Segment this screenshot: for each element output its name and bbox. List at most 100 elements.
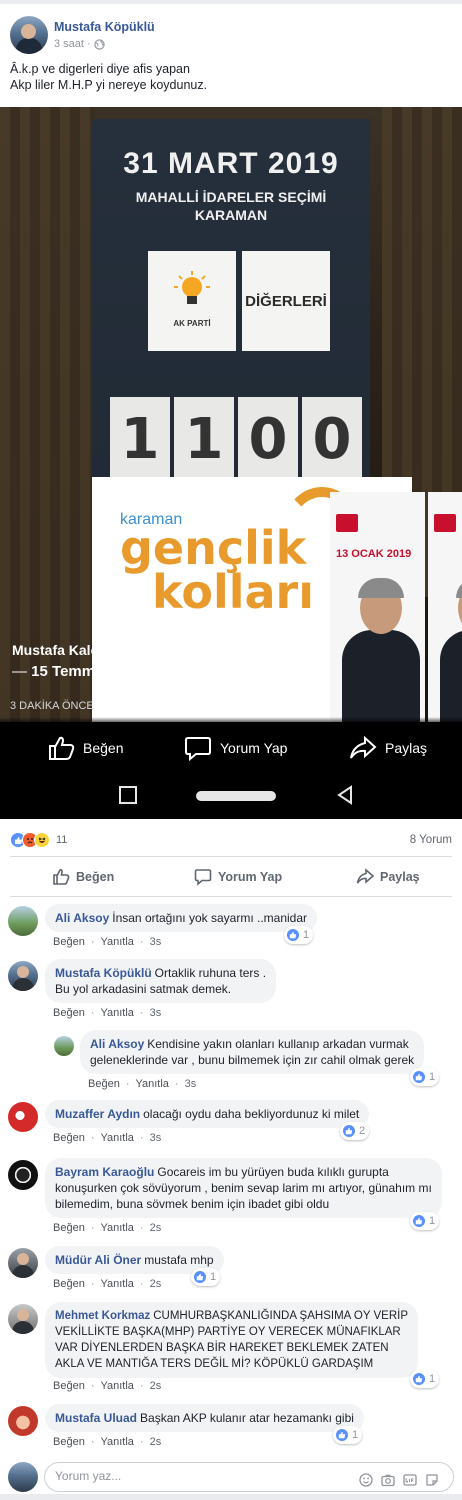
commenter-name[interactable]: Müdür Ali Öner	[55, 1253, 141, 1267]
like-reaction-icon	[412, 1372, 426, 1386]
post-text: Â.k.p ve digerleri diye afis yapan Akp l…	[10, 61, 450, 93]
overlay-place-name: 15 Temmuz Konferans Salonu	[31, 663, 245, 680]
comment-reactions[interactable]: 2	[340, 1122, 370, 1140]
commenter-avatar[interactable]	[8, 1102, 38, 1132]
comment-text: Bu yol arkadasini satmak demek.	[55, 982, 232, 996]
commenter-name[interactable]: Muzaffer Aydın	[55, 1107, 140, 1121]
android-nav-bar	[0, 772, 462, 819]
comment-meta: Beğen · Yanıtla · 3s	[53, 1132, 162, 1144]
comment-text: olacağı oydu daha bekliyordunuz ki milet	[143, 1107, 360, 1121]
poster-portrait	[342, 578, 420, 722]
gif-icon[interactable]	[403, 1473, 417, 1487]
haha-reaction-icon	[34, 832, 50, 848]
comment-like-link[interactable]: Beğen	[53, 1278, 85, 1290]
comment-bubble: Muzaffer Aydın olacağı oydu daha bekliyor…	[45, 1100, 370, 1128]
sticker-icon[interactable]	[425, 1473, 439, 1487]
commenter-avatar[interactable]	[8, 961, 38, 991]
comment-time[interactable]: 2s	[150, 1380, 162, 1392]
comment-time[interactable]: 3s	[185, 1078, 197, 1090]
comment-reply-link[interactable]: Yanıtla	[100, 936, 133, 948]
commenter-name[interactable]: Ali Aksoy	[55, 911, 109, 925]
comment-icon	[194, 869, 212, 886]
post-text-line: Akp liler M.H.P yi nereye koydunuz.	[10, 78, 208, 92]
comment-reaction-count: 1	[429, 1215, 436, 1227]
comment-reactions[interactable]: 1	[191, 1268, 221, 1286]
comment-reply-link[interactable]: Yanıtla	[100, 1007, 133, 1019]
score-digit: 0	[238, 397, 298, 481]
comment-reply-link[interactable]: Yanıtla	[135, 1078, 168, 1090]
comment-time[interactable]: 3s	[150, 1007, 162, 1019]
comment: Bayram Karaoğlu Gocareis im bu yürüyen bu…	[8, 1158, 454, 1238]
comment-like-link[interactable]: Beğen	[53, 1380, 85, 1392]
commenter-name[interactable]: Mustafa Uluad	[55, 1411, 137, 1425]
comment-reactions[interactable]: 1	[284, 926, 314, 944]
comment-like-link[interactable]: Beğen	[53, 1222, 85, 1234]
comment-button[interactable]: Yorum Yap	[194, 868, 282, 886]
comment-text: Gocareis im bu yürüyen buda kılıklı guru…	[157, 1165, 389, 1179]
comment-reply-link[interactable]: Yanıtla	[100, 1436, 133, 1448]
comment-time[interactable]: 2s	[150, 1222, 162, 1234]
comment-reply-link[interactable]: Yanıtla	[100, 1278, 133, 1290]
reactions-summary[interactable]: 11 8 Yorum	[10, 830, 452, 850]
comment-reply-link[interactable]: Yanıtla	[100, 1132, 133, 1144]
comment-reaction-count: 1	[210, 1271, 217, 1283]
comment-like-link[interactable]: Beğen	[53, 936, 85, 948]
comment-input-placeholder: Yorum yaz...	[55, 1469, 122, 1483]
comment-meta: Beğen · Yanıtla · 2s	[53, 1278, 162, 1290]
comment-reply-link[interactable]: Yanıtla	[100, 1222, 133, 1234]
screenshot-comment-label: Yorum Yap	[220, 740, 288, 756]
event-poster: 13 OCAK 2019	[330, 492, 425, 722]
comment-reactions[interactable]: 1	[410, 1370, 440, 1388]
score-digit: 0	[302, 397, 362, 481]
post-meta: 3 saat ·	[54, 38, 105, 50]
author-avatar[interactable]	[10, 16, 48, 54]
comment-reactions[interactable]: 1	[410, 1068, 440, 1086]
comment-text: mustafa mhp	[144, 1253, 214, 1267]
commenter-avatar[interactable]	[8, 1304, 38, 1334]
commenter-avatar[interactable]	[8, 906, 38, 936]
comment-meta: Beğen · Yanıtla · 2s	[53, 1380, 162, 1392]
comment-input[interactable]: Yorum yaz...	[44, 1462, 454, 1492]
like-button[interactable]: Beğen	[52, 868, 114, 886]
write-comment-row: Yorum yaz...	[0, 1459, 462, 1494]
comment-count-link[interactable]: 8 Yorum	[410, 834, 452, 846]
commenter-avatar[interactable]	[8, 1248, 38, 1278]
commenter-name[interactable]: Mehmet Korkmaz	[55, 1310, 150, 1322]
comment-time[interactable]: 2s	[150, 1278, 162, 1290]
comment-bubble: Mustafa Köpüklü Ortaklik ruhuna ters . Bu…	[45, 959, 277, 1003]
commenter-name[interactable]: Mustafa Köpüklü	[55, 966, 152, 980]
post-time[interactable]: 3 saat ·	[54, 38, 91, 50]
commenter-name[interactable]: Ali Aksoy	[90, 1037, 144, 1051]
commenter-avatar[interactable]	[54, 1036, 74, 1056]
comment-reaction-count: 2	[359, 1125, 366, 1137]
screenshot-share-label: Paylaş	[385, 740, 428, 756]
comment-like-link[interactable]: Beğen	[53, 1436, 85, 1448]
comment-time[interactable]: 2s	[150, 1436, 162, 1448]
comment-bubble: Bayram Karaoğlu Gocareis im bu yürüyen bu…	[45, 1158, 442, 1218]
commenter-avatar[interactable]	[8, 1160, 38, 1190]
comment-reactions[interactable]: 1	[410, 1212, 440, 1230]
comment-reply-link[interactable]: Yanıtla	[100, 1380, 133, 1392]
camera-icon[interactable]	[381, 1473, 395, 1487]
comment-like-link[interactable]: Beğen	[53, 1132, 85, 1144]
commenter-name[interactable]: Bayram Karaoğlu	[55, 1165, 154, 1179]
comment-time[interactable]: 3s	[150, 1132, 162, 1144]
comment-like-link[interactable]: Beğen	[88, 1078, 120, 1090]
comment: Müdür Ali Öner mustafa mhp 1 Beğen · Yanıt…	[8, 1246, 454, 1296]
comment-text: İnsan ortağını yok sayarmı ..manidar	[112, 911, 308, 925]
overlay-place-suffix: 'da.	[244, 663, 268, 680]
comment-text: Başkan AKP kulanır atar hezamankı gibi	[140, 1411, 354, 1425]
comment: Mustafa Köpüklü Ortaklik ruhuna ters . Bu…	[8, 959, 454, 1025]
comment-time[interactable]: 3s	[150, 936, 162, 948]
comment-text: CUMHURBAŞKANLIĞINDA ŞAHSIMA OY VERİP	[153, 1310, 408, 1322]
banner-city: KARAMAN	[194, 207, 268, 223]
share-button[interactable]: Paylaş	[356, 868, 420, 886]
score-digit: 1	[174, 397, 234, 481]
commenter-avatar[interactable]	[8, 1406, 38, 1436]
author-name[interactable]: Mustafa Köpüklü	[54, 20, 155, 34]
comment-like-link[interactable]: Beğen	[53, 1007, 85, 1019]
emoji-icon[interactable]	[359, 1473, 373, 1487]
banner-subtitle: MAHALLİ İDARELER SEÇİMİ	[135, 189, 327, 205]
comment-reactions[interactable]: 1	[333, 1426, 363, 1444]
shared-photo[interactable]: 31 MART 2019 MAHALLİ İDARELER SEÇİMİ KAR…	[0, 107, 462, 819]
